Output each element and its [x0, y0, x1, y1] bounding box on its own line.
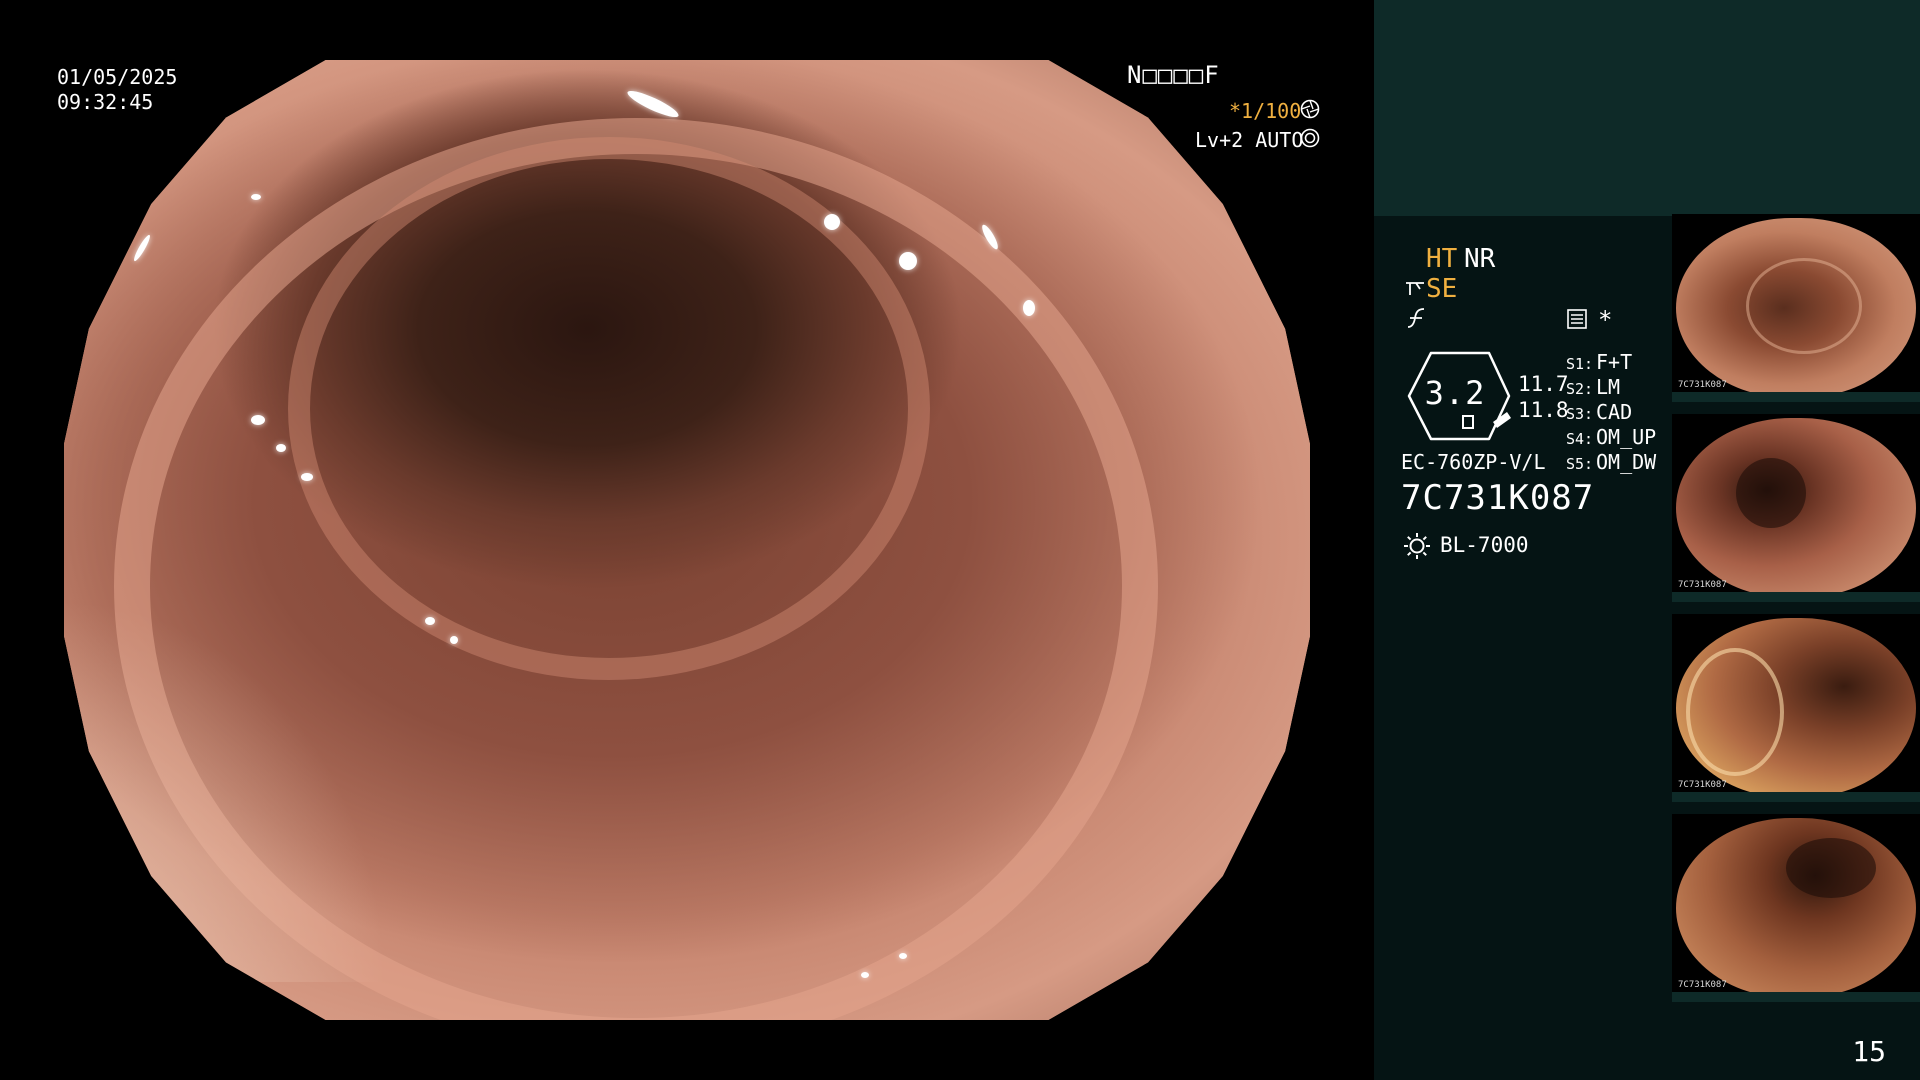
enhance-icon — [1406, 282, 1424, 295]
freeze-icon — [1407, 308, 1425, 328]
thumbnail-bar — [1672, 392, 1920, 402]
info-header-block — [1374, 0, 1920, 216]
switch-settings: S1: F+T S2: LM S3: CAD S4: OM_UP S5: OM_… — [1566, 350, 1656, 475]
se-mode-label: SE — [1426, 274, 1458, 304]
brightness-level: Lv+2 AUTO — [1195, 128, 1304, 152]
thumbnail-image — [1676, 418, 1916, 598]
switch-key: S3: — [1566, 405, 1594, 423]
shutter-speed: *1/100 — [1229, 99, 1302, 123]
switch-setting-row: S2: LM — [1566, 375, 1656, 400]
exam-date: 01/05/2025 — [57, 65, 178, 89]
switch-value: F+T — [1596, 350, 1633, 374]
specular-highlight — [624, 87, 681, 122]
endoscopy-screen: 01/05/2025 09:32:45 N□□□□F *1/100 Lv+2 A… — [0, 0, 1920, 1080]
light-reflection-band — [64, 597, 388, 982]
patient-name: N□□□□F — [1127, 61, 1220, 89]
switch-key: S5: — [1566, 455, 1594, 473]
captured-thumbnail[interactable]: 7C731K087 — [1672, 614, 1920, 802]
scope-serial-number: 7C731K087 — [1401, 478, 1595, 518]
thumbnail-bar — [1672, 792, 1920, 802]
switch-key: S2: — [1566, 380, 1594, 398]
exam-time: 09:32:45 — [57, 90, 154, 114]
switch-value: CAD — [1596, 400, 1633, 424]
thumbnail-lumen — [1736, 458, 1806, 528]
specular-highlight — [300, 472, 313, 481]
specular-highlight — [131, 233, 152, 263]
switch-key: S4: — [1566, 430, 1594, 448]
specular-highlight — [275, 444, 286, 452]
switch-setting-row: S3: CAD — [1566, 400, 1656, 425]
specular-highlight — [898, 252, 917, 270]
switch-value: OM_DW — [1596, 450, 1657, 474]
thumbnail-bar — [1672, 592, 1920, 602]
light-source-model: BL-7000 — [1440, 533, 1529, 557]
memo-icon — [1567, 309, 1587, 329]
nr-mode-label: NR — [1464, 244, 1496, 274]
thumbnail-lumen — [1686, 648, 1784, 776]
capture-star: * — [1598, 306, 1613, 334]
thumbnail-lumen — [1786, 838, 1876, 898]
thumbnail-tag: 7C731K087 — [1678, 780, 1727, 790]
specular-highlight — [898, 952, 907, 959]
thumbnail-image — [1676, 218, 1916, 398]
shutter-icon — [1300, 99, 1320, 119]
thumbnail-bar — [1672, 992, 1920, 1002]
readout-value-1: 11.7 — [1518, 372, 1569, 396]
switch-setting-row: S4: OM_UP — [1566, 425, 1656, 450]
specular-highlight — [250, 194, 261, 201]
specular-highlight — [824, 213, 841, 230]
thumbnail-tag: 7C731K087 — [1678, 580, 1727, 590]
thumbnail-image — [1676, 618, 1916, 798]
captured-thumbnail[interactable]: 7C731K087 — [1672, 414, 1920, 602]
scope-model: EC-760ZP-V/L — [1401, 450, 1546, 474]
captured-images-strip: 7C731K087 7C731K087 7C731K087 7C731K087 — [1672, 214, 1920, 1014]
captured-thumbnail[interactable]: 7C731K087 — [1672, 814, 1920, 1002]
iris-icon — [1300, 128, 1320, 148]
thumbnail-lumen — [1746, 258, 1862, 354]
captured-thumbnail[interactable]: 7C731K087 — [1672, 214, 1920, 402]
ht-mode-label: HT — [1426, 244, 1458, 274]
thumbnail-image — [1676, 818, 1916, 998]
switch-setting-row: S1: F+T — [1566, 350, 1656, 375]
switch-key: S1: — [1566, 355, 1594, 373]
switch-value: OM_UP — [1596, 425, 1657, 449]
switch-setting-row: S5: OM_DW — [1566, 450, 1656, 475]
thumbnail-tag: 7C731K087 — [1678, 980, 1727, 990]
colon-lumen-image — [64, 60, 1310, 1020]
endoscope-view: 01/05/2025 09:32:45 N□□□□F *1/100 Lv+2 A… — [0, 0, 1374, 1080]
page-number: 15 — [1852, 1035, 1886, 1068]
readout-value-2: 11.8 — [1518, 398, 1569, 422]
thumbnail-tag: 7C731K087 — [1678, 380, 1727, 390]
scope-value: 3.2 — [1424, 374, 1486, 412]
sun-icon — [1404, 533, 1430, 559]
switch-value: LM — [1596, 375, 1621, 399]
